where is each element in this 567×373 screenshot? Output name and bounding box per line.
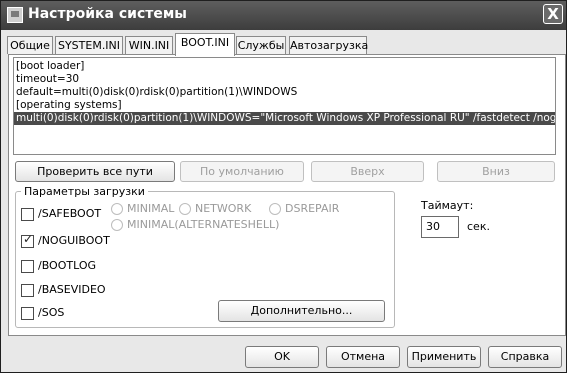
- tab-boot-ini[interactable]: BOOT.INI: [175, 33, 235, 56]
- network-radio[interactable]: [179, 203, 191, 215]
- tab-win-ini[interactable]: WIN.INI: [125, 36, 173, 54]
- timeout-input[interactable]: 30: [421, 216, 459, 238]
- check-boot-paths-button[interactable]: Проверить все пути загрузки: [15, 161, 175, 197]
- sos-checkbox[interactable]: [21, 307, 34, 320]
- move-up-button[interactable]: Вверх: [311, 161, 424, 182]
- boot-ini-line-selected[interactable]: multi(0)disk(0)rdisk(0)partition(1)\WIND…: [14, 112, 555, 125]
- advanced-button[interactable]: Дополнительно...: [218, 300, 385, 322]
- basevideo-label: /BASEVIDEO: [38, 283, 106, 296]
- close-button[interactable]: X: [543, 4, 563, 24]
- tab-services[interactable]: Службы: [236, 36, 286, 54]
- safeboot-checkbox[interactable]: [21, 208, 34, 221]
- window-title: Настройка системы: [28, 6, 187, 22]
- bootlog-checkbox[interactable]: [21, 260, 34, 273]
- cancel-button[interactable]: Отмена: [326, 346, 400, 368]
- timeout-unit-label: сек.: [467, 220, 490, 233]
- noguiboot-checkbox[interactable]: ✓: [21, 232, 34, 248]
- minimal-alternateshell-radio[interactable]: [111, 219, 123, 231]
- title-bar[interactable]: Настройка системы X: [1, 1, 566, 30]
- tab-system-ini[interactable]: SYSTEM.INI: [55, 36, 123, 54]
- checkmark-icon: ✓: [23, 232, 34, 246]
- app-icon: [7, 7, 23, 23]
- minimal-alternateshell-label: MINIMAL(ALTERNATESHELL): [127, 218, 280, 231]
- network-label: NETWORK: [195, 202, 252, 215]
- default-button[interactable]: По умолчанию: [180, 161, 304, 182]
- sos-label: /SOS: [38, 306, 65, 319]
- boot-ini-line[interactable]: [operating systems]: [14, 99, 555, 112]
- boot-ini-line[interactable]: [boot loader]: [14, 60, 555, 73]
- boot-ini-line[interactable]: timeout=30: [14, 73, 555, 86]
- dsrepair-label: DSREPAIR: [285, 202, 340, 215]
- basevideo-checkbox[interactable]: [21, 284, 34, 297]
- help-button[interactable]: Справка: [488, 346, 562, 368]
- safeboot-label: /SAFEBOOT: [38, 207, 102, 220]
- move-down-button[interactable]: Вниз: [437, 161, 555, 182]
- boot-ini-line[interactable]: default=multi(0)disk(0)rdisk(0)partition…: [14, 86, 555, 99]
- boot-ini-editor[interactable]: [boot loader] timeout=30 default=multi(0…: [13, 57, 556, 155]
- apply-button[interactable]: Применить: [407, 346, 481, 368]
- dialog-window: Настройка системы X Общие SYSTEM.INI WIN…: [0, 0, 567, 373]
- minimal-label: MINIMAL: [127, 202, 175, 215]
- noguiboot-label: /NOGUIBOOT: [38, 234, 110, 247]
- ok-button[interactable]: OK: [245, 346, 319, 368]
- dsrepair-radio[interactable]: [269, 203, 281, 215]
- boot-options-legend: Параметры загрузки: [21, 185, 148, 198]
- minimal-radio[interactable]: [111, 203, 123, 215]
- tab-general[interactable]: Общие: [7, 36, 53, 54]
- bootlog-label: /BOOTLOG: [38, 259, 97, 272]
- tab-startup[interactable]: Автозагрузка: [289, 36, 368, 54]
- timeout-label: Таймаут:: [421, 199, 474, 212]
